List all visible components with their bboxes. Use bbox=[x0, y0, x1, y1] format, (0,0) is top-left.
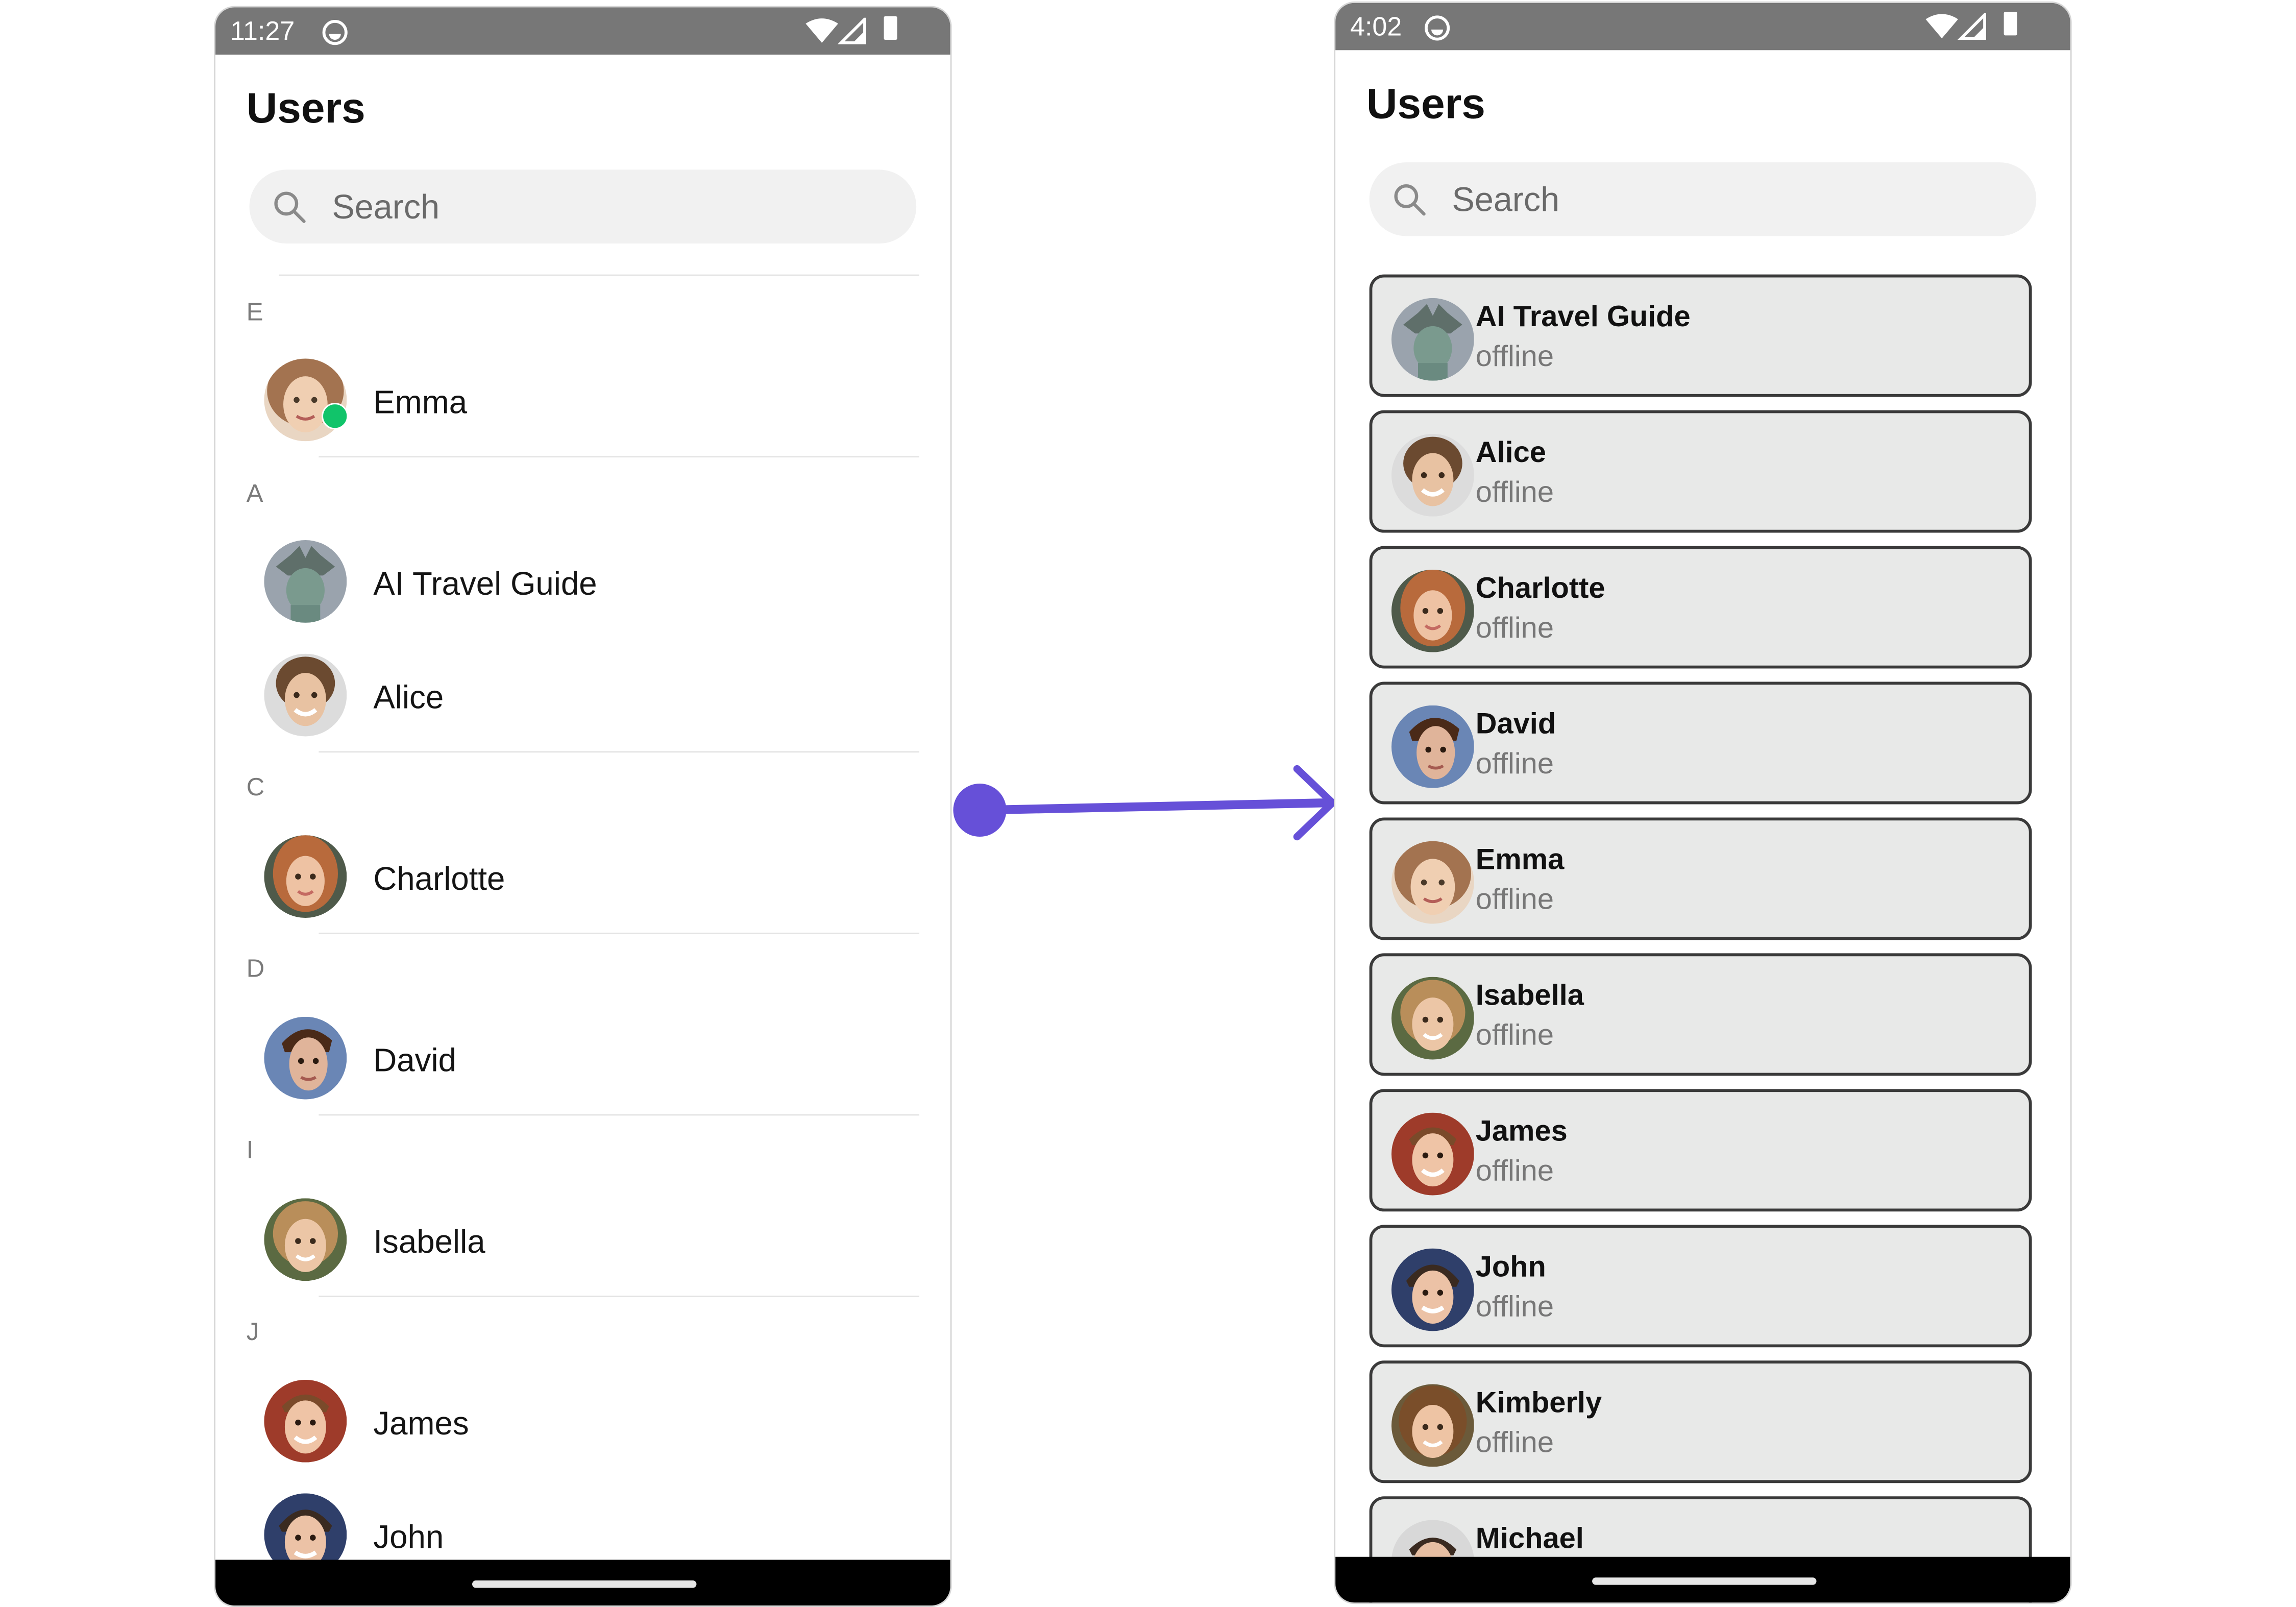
divider bbox=[279, 274, 919, 276]
list-item-ai-travel-guide[interactable]: AI Travel Guide bbox=[215, 528, 950, 638]
status-bar: 11:27 bbox=[215, 7, 950, 55]
avatar-charlotte bbox=[264, 835, 347, 918]
status-bar: 4:02 bbox=[1335, 3, 2070, 51]
user-card-kimberly[interactable]: Kimberly offline bbox=[1369, 1360, 2032, 1483]
avatar-james bbox=[1391, 1112, 1474, 1196]
divider bbox=[319, 751, 919, 753]
user-name: Emma bbox=[373, 383, 468, 421]
divider bbox=[319, 456, 919, 458]
divider bbox=[319, 1296, 919, 1297]
list-item-charlotte[interactable]: Charlotte bbox=[215, 823, 950, 933]
avatar-ai-travel-guide bbox=[1391, 298, 1474, 381]
user-status: offline bbox=[1475, 340, 1554, 374]
android-debug-icon bbox=[1424, 15, 1451, 48]
wifi-icon bbox=[805, 18, 838, 43]
search-placeholder: Search bbox=[332, 187, 440, 226]
search-icon bbox=[1394, 184, 1426, 216]
user-name: Michael bbox=[1475, 1523, 1584, 1555]
signal-icon bbox=[1957, 11, 1986, 40]
section-header-j: J bbox=[246, 1318, 259, 1346]
user-card-charlotte[interactable]: Charlotte offline bbox=[1369, 546, 2032, 669]
section-header-d: D bbox=[246, 955, 265, 983]
phone-custom-list: 4:02 Users Search AI Travel Guide offlin… bbox=[1334, 1, 2072, 1604]
status-time: 11:27 bbox=[230, 16, 295, 46]
user-card-david[interactable]: David offline bbox=[1369, 681, 2032, 805]
online-status-indicator bbox=[322, 403, 349, 430]
user-name: David bbox=[373, 1041, 456, 1079]
search-placeholder: Search bbox=[1452, 180, 1560, 218]
user-status: offline bbox=[1475, 1427, 1554, 1459]
status-time: 4:02 bbox=[1350, 12, 1402, 41]
divider bbox=[319, 932, 919, 934]
avatar-alice bbox=[264, 653, 347, 737]
navigation-bar bbox=[1335, 1556, 2070, 1603]
avatar-kimberly bbox=[1391, 1384, 1474, 1467]
search-bar[interactable]: Search bbox=[1369, 162, 2037, 236]
avatar-isabella bbox=[1391, 977, 1474, 1060]
comparison-canvas: 11:27 Users Search E Emma A AI Travel Gu… bbox=[0, 0, 2296, 1607]
list-item-emma[interactable]: Emma bbox=[215, 347, 950, 456]
arrow-right-icon bbox=[953, 765, 1336, 841]
page-title: Users bbox=[246, 85, 365, 133]
navigation-bar bbox=[215, 1560, 950, 1606]
list-item-james[interactable]: James bbox=[215, 1368, 950, 1477]
page-title: Users bbox=[1366, 81, 1485, 129]
wifi-icon bbox=[1925, 14, 1959, 39]
home-indicator[interactable] bbox=[472, 1580, 697, 1588]
user-status: offline bbox=[1475, 1291, 1554, 1324]
user-name: AI Travel Guide bbox=[373, 565, 597, 602]
user-name: Charlotte bbox=[373, 860, 505, 897]
user-name: Charlotte bbox=[1475, 572, 1605, 605]
user-status: offline bbox=[1475, 1019, 1554, 1053]
signal-icon bbox=[837, 15, 866, 44]
user-card-alice[interactable]: Alice offline bbox=[1369, 410, 2032, 533]
user-card-emma[interactable]: Emma offline bbox=[1369, 817, 2032, 940]
user-card-john[interactable]: John offline bbox=[1369, 1225, 2032, 1348]
user-status: offline bbox=[1475, 612, 1554, 645]
section-header-e: E bbox=[246, 298, 263, 326]
user-name: James bbox=[1475, 1115, 1568, 1148]
home-indicator[interactable] bbox=[1592, 1577, 1817, 1585]
avatar-ai-travel-guide bbox=[264, 540, 347, 623]
section-header-a: A bbox=[246, 479, 263, 508]
search-icon bbox=[274, 191, 306, 223]
avatar-isabella bbox=[264, 1198, 347, 1281]
list-item-david[interactable]: David bbox=[215, 1005, 950, 1114]
user-status: offline bbox=[1475, 1155, 1554, 1188]
phone-default-list: 11:27 Users Search E Emma A AI Travel Gu… bbox=[214, 6, 952, 1607]
avatar-alice bbox=[1391, 433, 1474, 517]
avatar-david bbox=[1391, 705, 1474, 788]
user-status: offline bbox=[1475, 748, 1554, 781]
android-debug-icon bbox=[322, 19, 348, 53]
avatar-james bbox=[264, 1379, 347, 1463]
user-name: John bbox=[373, 1518, 444, 1555]
user-name: AI Travel Guide bbox=[1475, 301, 1691, 334]
user-name: Alice bbox=[373, 678, 444, 716]
user-card-james[interactable]: James offline bbox=[1369, 1089, 2032, 1212]
avatar-charlotte bbox=[1391, 569, 1474, 652]
avatar-john bbox=[1391, 1248, 1474, 1331]
user-name: Isabella bbox=[1475, 980, 1584, 1013]
section-header-c: C bbox=[246, 773, 265, 801]
section-header-i: I bbox=[246, 1136, 254, 1164]
avatar-david bbox=[264, 1016, 347, 1100]
user-name: John bbox=[1475, 1251, 1546, 1284]
battery-icon bbox=[884, 16, 897, 40]
list-item-alice[interactable]: Alice bbox=[215, 642, 950, 751]
user-name: Isabella bbox=[373, 1223, 485, 1260]
user-name: Kimberly bbox=[1475, 1387, 1602, 1420]
user-name: David bbox=[1475, 708, 1556, 741]
user-status: offline bbox=[1475, 884, 1554, 917]
user-card-isabella[interactable]: Isabella offline bbox=[1369, 953, 2032, 1076]
search-bar[interactable]: Search bbox=[249, 169, 917, 244]
user-name: James bbox=[373, 1404, 469, 1442]
battery-icon bbox=[2004, 12, 2017, 36]
user-name: Emma bbox=[1475, 844, 1565, 877]
avatar-emma bbox=[1391, 841, 1474, 924]
user-name: Alice bbox=[1475, 436, 1546, 470]
divider bbox=[319, 1114, 919, 1116]
user-status: offline bbox=[1475, 476, 1554, 509]
list-item-isabella[interactable]: Isabella bbox=[215, 1186, 950, 1296]
user-card-ai-travel-guide[interactable]: AI Travel Guide offline bbox=[1369, 274, 2032, 397]
